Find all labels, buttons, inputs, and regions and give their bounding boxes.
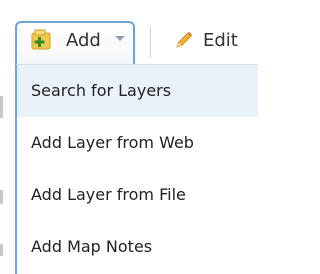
edit-button[interactable]: Edit bbox=[165, 22, 245, 58]
menu-item-label: Search for Layers bbox=[31, 81, 172, 100]
menu-item-search-for-layers[interactable]: Search for Layers bbox=[17, 65, 258, 117]
toolbar-divider bbox=[150, 26, 151, 58]
add-layer-widget: Add Edit Search for Layers Add Layer fro… bbox=[0, 0, 258, 274]
chevron-down-icon bbox=[115, 36, 125, 41]
add-button[interactable]: Add bbox=[15, 21, 135, 65]
menu-item-add-layer-from-web[interactable]: Add Layer from Web bbox=[17, 117, 258, 169]
pencil-icon bbox=[176, 32, 192, 48]
add-dropdown-menu: Search for Layers Add Layer from Web Add… bbox=[15, 64, 258, 274]
edit-button-label: Edit bbox=[203, 30, 238, 51]
background-edge-mark bbox=[0, 190, 3, 204]
add-layer-icon bbox=[31, 29, 51, 50]
menu-item-label: Add Layer from Web bbox=[31, 133, 194, 152]
background-edge-mark bbox=[0, 244, 3, 256]
toolbar: Add Edit bbox=[0, 0, 258, 74]
add-button-label: Add bbox=[66, 30, 101, 51]
menu-item-label: Add Map Notes bbox=[31, 237, 153, 256]
menu-item-add-layer-from-file[interactable]: Add Layer from File bbox=[17, 169, 258, 221]
menu-item-label: Add Layer from File bbox=[31, 185, 186, 204]
background-edge-mark bbox=[0, 96, 3, 118]
menu-item-add-map-notes[interactable]: Add Map Notes bbox=[17, 221, 258, 273]
